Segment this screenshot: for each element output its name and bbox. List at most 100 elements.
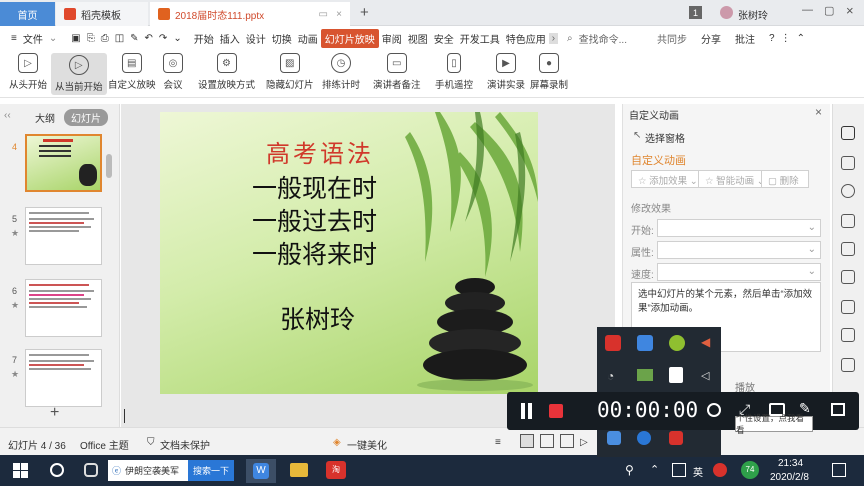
tab-slides[interactable]: 幻灯片 <box>64 109 108 126</box>
search-command[interactable]: 查找命令... <box>576 31 630 46</box>
app-tray-icon[interactable] <box>637 431 651 445</box>
file-explorer-icon[interactable] <box>290 463 308 477</box>
rehearse-timing-button[interactable]: ◷ 排练计时 <box>322 53 360 91</box>
pause-icon[interactable] <box>528 403 532 419</box>
clock-time[interactable]: 21:34 <box>778 458 803 469</box>
more-icon[interactable]: ⌄ <box>170 33 184 44</box>
doc-protect-status[interactable]: 文档未保护 <box>160 437 210 452</box>
maximize-button[interactable]: ▢ <box>824 4 834 17</box>
tab-template[interactable]: 稻壳模板 <box>56 2 148 26</box>
slide-thumbnail-5[interactable] <box>25 207 102 265</box>
phone-remote-button[interactable]: ▯ 手机遥控 <box>435 53 473 91</box>
hammer-icon[interactable] <box>841 358 855 372</box>
menu-animation[interactable]: 动画 <box>295 31 321 46</box>
notes-toggle-icon[interactable]: ≡ <box>495 437 501 448</box>
tab-outline[interactable]: 大纲 <box>35 110 55 125</box>
menu-slideshow[interactable]: 幻灯片放映 <box>320 28 379 48</box>
export-icon[interactable]: ⎘ <box>84 33 98 44</box>
close-window-button[interactable]: × <box>846 3 854 18</box>
shield-tray-icon[interactable] <box>669 367 683 383</box>
sliders-icon[interactable] <box>841 300 855 314</box>
slide-thumbnail-7[interactable] <box>25 349 102 407</box>
speaker-icon[interactable]: ◁ <box>701 369 709 382</box>
slide-thumbnail-6[interactable] <box>25 279 102 337</box>
meeting-button[interactable]: ◎ 会议 <box>163 53 183 91</box>
play-from-current-button[interactable]: ▷ 从当前开始 <box>51 53 107 95</box>
tab-close-icon[interactable]: × <box>336 9 342 20</box>
menu-devtools[interactable]: 开发工具 <box>457 31 503 46</box>
sorter-view-icon[interactable] <box>540 434 554 448</box>
clock-date[interactable]: 2020/2/8 <box>770 472 809 483</box>
stop-record-button[interactable] <box>549 404 563 418</box>
show-settings-button[interactable]: ⚙ 设置放映方式 <box>198 53 255 91</box>
collaborate-button[interactable]: 共同步 <box>654 31 690 46</box>
menu-features[interactable]: 特色应用 <box>503 31 549 46</box>
person-icon[interactable]: ⚲ <box>625 463 634 477</box>
taskbar-search-box[interactable]: ⓔ 伊朗空袭美军 搜索一下 <box>108 460 234 481</box>
hide-slide-button[interactable]: ▨ 隐藏幻灯片 <box>266 53 314 91</box>
speech-record-button[interactable]: ▶ 演讲实录 <box>487 53 525 91</box>
select-pane-link[interactable]: 选择窗格 <box>645 130 685 145</box>
menu-transition[interactable]: 切换 <box>269 31 295 46</box>
slide-thumbnail-4[interactable] <box>25 134 102 192</box>
pen-icon[interactable] <box>841 328 855 342</box>
minimize-button[interactable]: — <box>802 4 813 16</box>
avatar[interactable] <box>720 6 733 19</box>
grid-icon[interactable] <box>841 242 855 256</box>
one-click-beautify[interactable]: 一键美化 <box>347 437 387 452</box>
animation-star-icon[interactable] <box>841 126 855 140</box>
screen-record-button[interactable]: ● 屏幕录制 <box>530 53 568 91</box>
print-icon[interactable]: ⎙ <box>98 33 112 44</box>
shape-icon[interactable] <box>841 184 855 198</box>
menu-design[interactable]: 设计 <box>243 31 269 46</box>
windows-start-icon[interactable] <box>13 463 28 478</box>
app-tray-icon[interactable] <box>605 335 621 351</box>
speaker-notes-button[interactable]: ▭ 演讲者备注 <box>373 53 421 91</box>
wps-taskbar-item[interactable]: W <box>246 459 276 483</box>
slide-line-present[interactable]: 一般现在时 <box>252 169 377 205</box>
collapse-panel-icon[interactable]: ‹‹ <box>4 110 11 121</box>
window-icon[interactable] <box>831 403 845 416</box>
menu-view[interactable]: 视图 <box>405 31 431 46</box>
collapse-ribbon-icon[interactable]: ⌃ <box>794 33 808 44</box>
tab-window-icon[interactable]: ▭ <box>319 9 328 20</box>
notification-icon[interactable] <box>832 463 846 477</box>
task-view-icon[interactable] <box>84 463 98 477</box>
cortana-icon[interactable] <box>50 463 64 477</box>
close-panel-icon[interactable]: × <box>815 105 822 119</box>
save-icon[interactable]: ▣ <box>68 33 83 44</box>
volume-mute-icon[interactable]: ◀ <box>701 335 710 349</box>
add-slide-button[interactable]: + <box>50 404 59 422</box>
app-tray-icon[interactable] <box>607 431 621 445</box>
zoom-icon[interactable] <box>707 403 721 417</box>
comment-button[interactable]: 批注 <box>732 31 758 46</box>
slide-line-future[interactable]: 一般将来时 <box>252 235 377 271</box>
battery-icon[interactable] <box>637 369 653 381</box>
app-icon[interactable]: 淘 <box>326 461 346 479</box>
security-badge[interactable]: 74 <box>741 461 759 479</box>
wifi-icon[interactable]: ◔ <box>607 369 614 383</box>
slide-line-past[interactable]: 一般过去时 <box>252 202 377 238</box>
preview-icon[interactable]: ◫ <box>112 33 127 44</box>
delete-button[interactable]: ▢ 删除 <box>761 170 809 188</box>
attribute-select[interactable]: ⌄ <box>657 241 821 259</box>
chevron-down-icon[interactable]: ⌄ <box>46 33 60 44</box>
app-tray-icon[interactable] <box>669 431 683 445</box>
menu-start[interactable]: 开始 <box>191 31 217 46</box>
slide-canvas[interactable]: 高考语法 一般现在时 一般过去时 一般将来时 张树玲 <box>160 112 538 394</box>
custom-show-button[interactable]: ▤ 自定义放映 <box>108 53 156 91</box>
more-options-icon[interactable]: ⋮ <box>778 33 794 44</box>
slide-title[interactable]: 高考语法 <box>266 134 374 169</box>
thumbnail-scrollbar[interactable] <box>106 154 112 178</box>
start-select[interactable]: ⌄ <box>657 219 821 237</box>
count-badge[interactable]: 1 <box>689 6 702 19</box>
play-from-start-button[interactable]: ▷ 从头开始 <box>9 53 47 91</box>
share-button[interactable]: 分享 <box>698 31 724 46</box>
pause-icon[interactable] <box>521 403 525 419</box>
menu-file[interactable]: 文件 <box>20 31 46 46</box>
tray-expand-icon[interactable]: ⌃ <box>650 463 659 476</box>
format-painter-icon[interactable]: ✎ <box>127 33 141 44</box>
app-tray-icon[interactable] <box>637 335 653 351</box>
app-tray-icon[interactable] <box>669 335 685 351</box>
sougou-icon[interactable] <box>713 463 727 477</box>
